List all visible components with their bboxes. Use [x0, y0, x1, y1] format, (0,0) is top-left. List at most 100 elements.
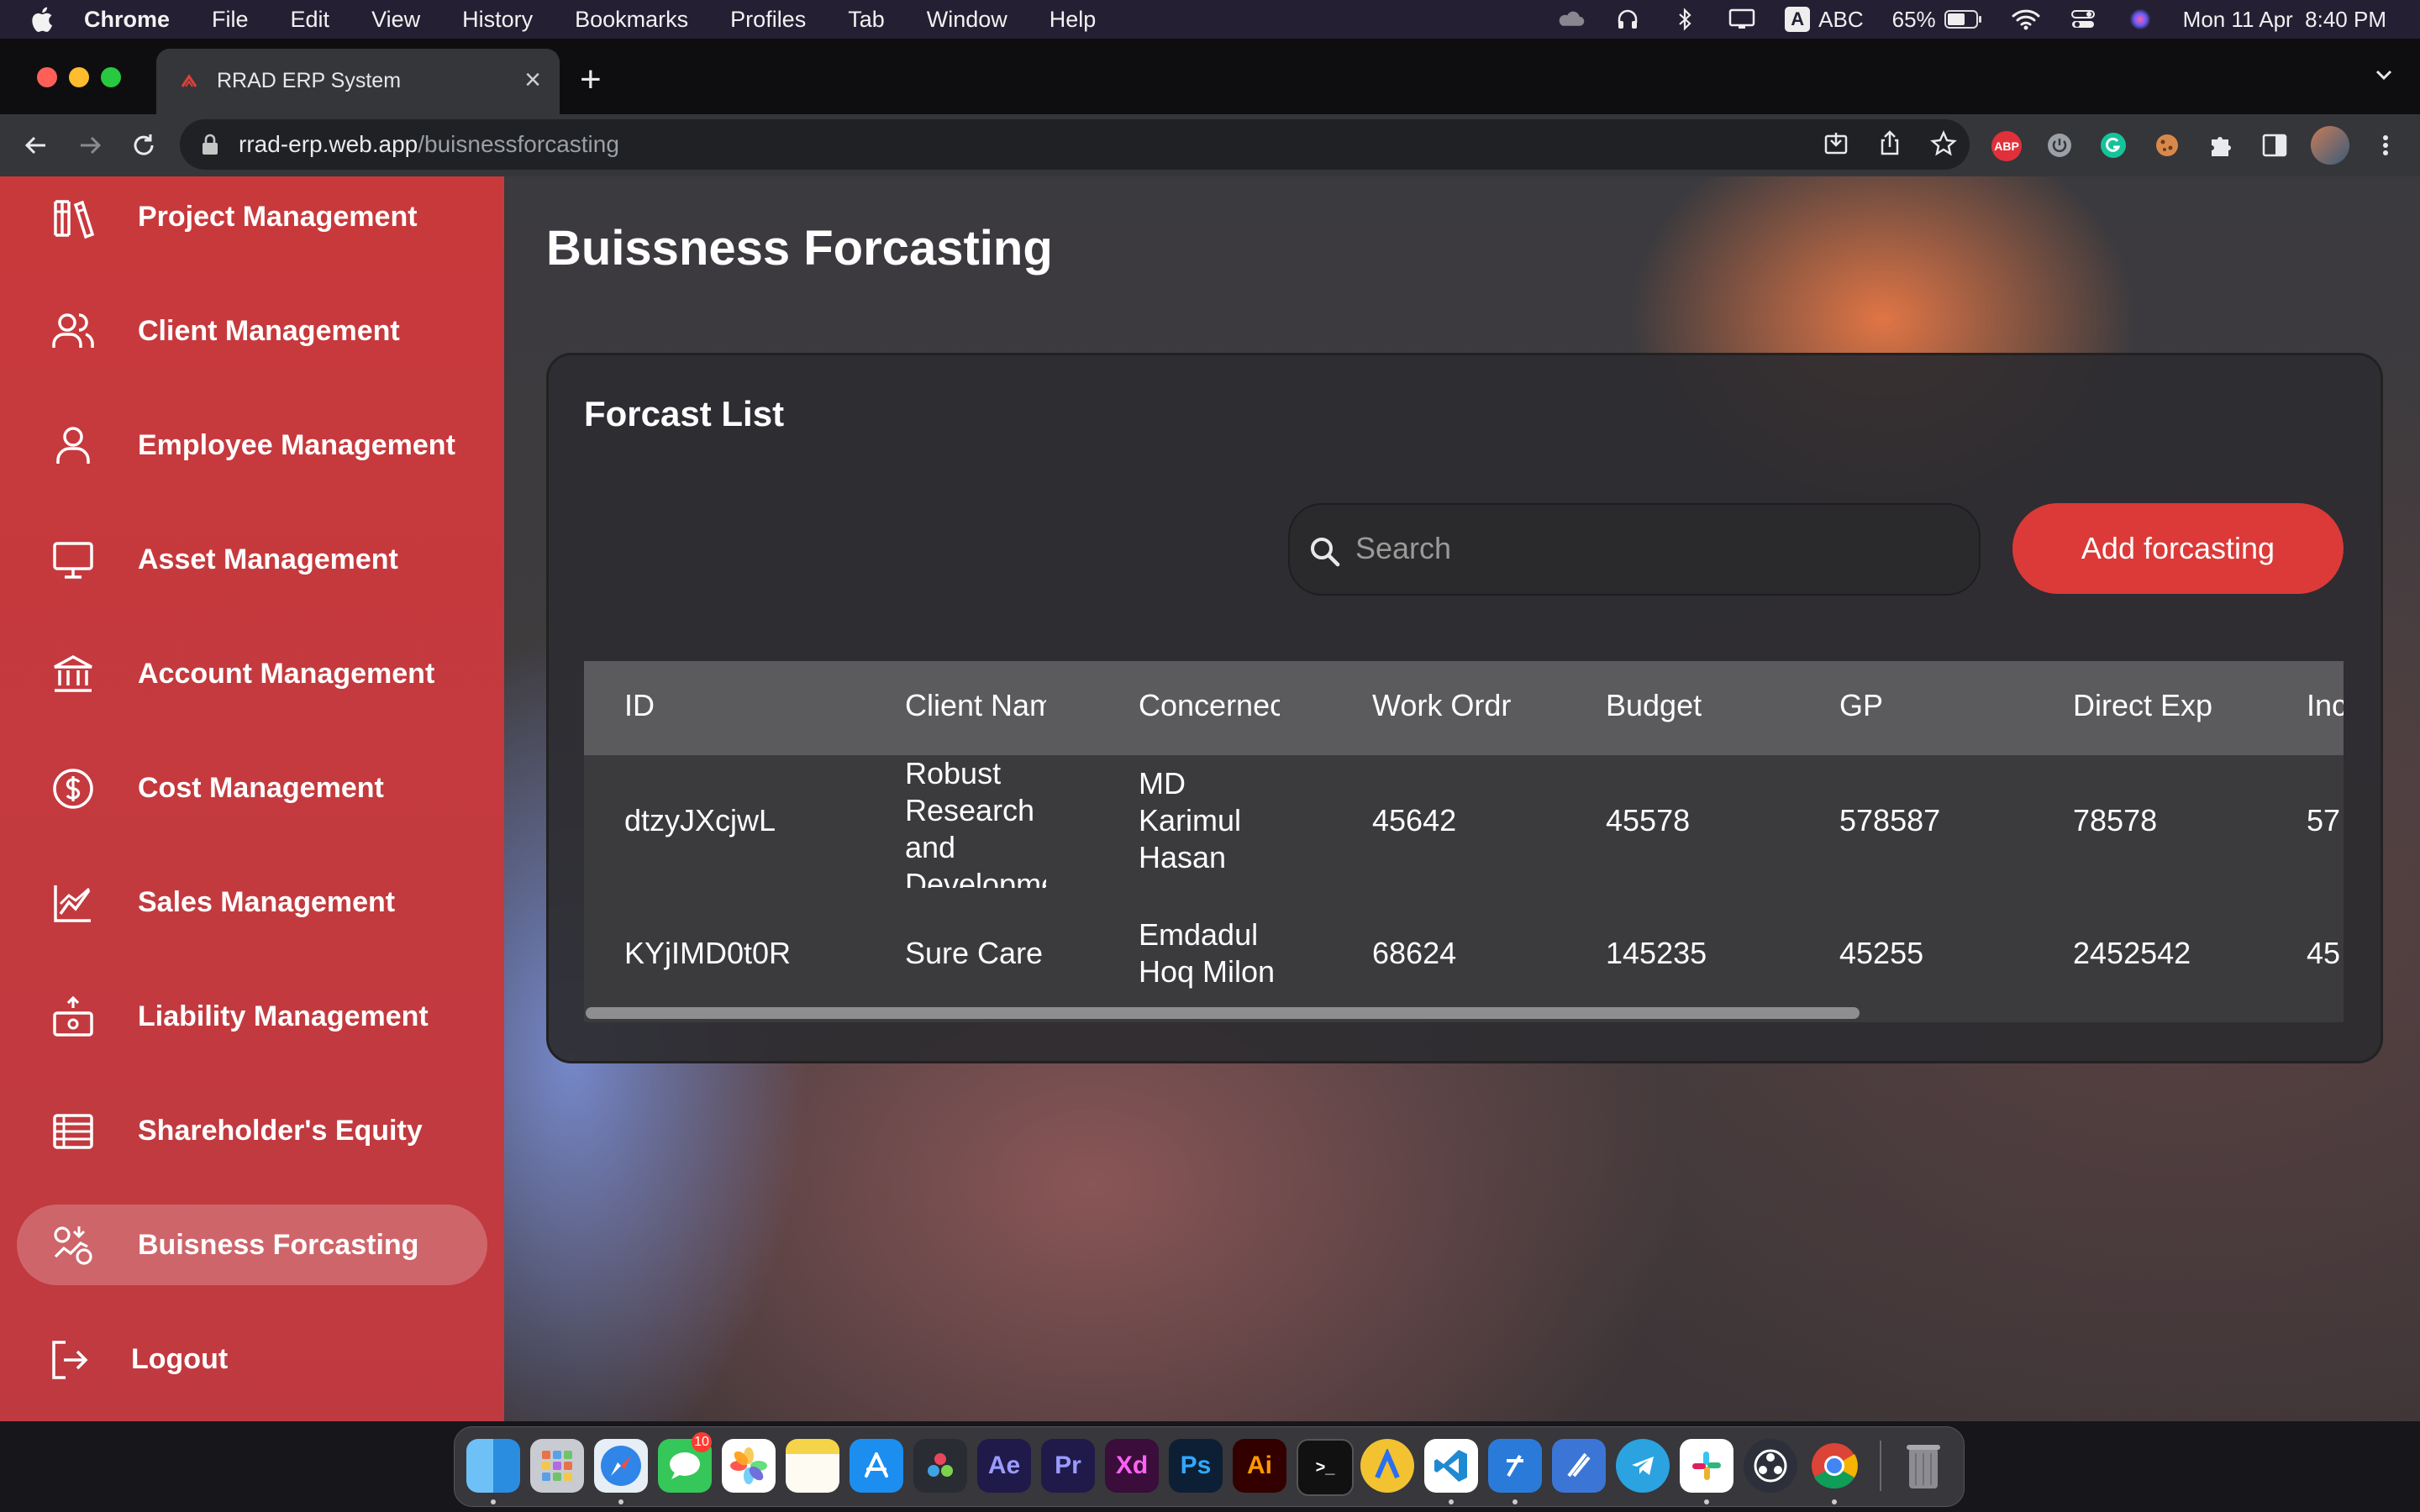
share-icon[interactable] [1876, 129, 1904, 158]
sidebar-item-project-management[interactable]: Project Management [17, 176, 487, 257]
app-store-icon[interactable] [850, 1439, 903, 1493]
sidebar-item-logout[interactable]: Logout [17, 1319, 487, 1399]
profile-avatar[interactable] [2311, 126, 2349, 165]
minimize-window-button[interactable] [69, 67, 89, 87]
headphones-icon[interactable] [1613, 8, 1642, 30]
sidebar-item-client-management[interactable]: Client Management [17, 291, 487, 371]
add-forcasting-button[interactable]: Add forcasting [2012, 503, 2344, 594]
column-header-indirect[interactable]: Inc [2307, 688, 2344, 723]
menu-file[interactable]: File [212, 7, 249, 33]
horizontal-scrollbar[interactable] [584, 1004, 2344, 1022]
menu-clock[interactable]: Mon 11 Apr 8:40 PM [2183, 7, 2386, 33]
sidebar-item-sales-management[interactable]: Sales Management [17, 862, 487, 942]
erp-app: Project Management Client Management Emp… [0, 176, 2420, 1421]
running-indicator [1704, 1499, 1709, 1504]
battery-status[interactable]: 65% [1892, 7, 1983, 33]
photos-icon[interactable] [722, 1439, 776, 1493]
wifi-icon[interactable] [2012, 8, 2040, 30]
sidebar-item-employee-management[interactable]: Employee Management [17, 405, 487, 486]
siri-icon[interactable] [2126, 8, 2154, 30]
sidebar-item-label: Sales Management [138, 885, 396, 918]
column-header-client-name[interactable]: Client Nam [905, 688, 1046, 723]
sidebar-item-cost-management[interactable]: Cost Management [17, 748, 487, 828]
input-source[interactable]: A ABC [1785, 7, 1864, 33]
display-icon[interactable] [1728, 8, 1756, 30]
column-header-direct-exp[interactable]: Direct Exp [2073, 688, 2258, 723]
table-row[interactable]: dtzyJXcjwL Robust Research and Developme… [584, 755, 2344, 890]
address-bar[interactable]: rrad-erp.web.app/buisnessforcasting [180, 119, 1970, 170]
trash-icon[interactable] [1897, 1439, 1950, 1493]
bluetooth-icon[interactable] [1670, 8, 1699, 31]
illustrator-icon[interactable]: Ai [1233, 1439, 1286, 1493]
tab-close-icon[interactable]: × [524, 64, 541, 97]
new-tab-icon[interactable]: + [580, 59, 602, 101]
cloud-icon[interactable] [1556, 8, 1585, 30]
slack-icon[interactable] [1680, 1439, 1733, 1493]
adblock-plus-icon[interactable]: ABP [1991, 131, 2022, 161]
lock-icon[interactable] [200, 133, 220, 156]
arc-icon[interactable] [1360, 1439, 1414, 1493]
apple-logo-icon[interactable] [29, 5, 54, 34]
menu-app-name[interactable]: Chrome [84, 7, 170, 33]
cell-client-name: Sure Care [905, 936, 1044, 970]
search-box[interactable] [1288, 503, 1981, 596]
browser-tab[interactable]: RRAD ERP System × [156, 49, 560, 114]
chrome-icon[interactable] [1807, 1439, 1861, 1493]
power-extension-icon[interactable] [2045, 131, 2074, 160]
xcode-icon[interactable] [1488, 1439, 1542, 1493]
column-header-id[interactable]: ID [624, 688, 767, 723]
side-panel-icon[interactable] [2260, 131, 2289, 160]
menu-history[interactable]: History [462, 7, 533, 33]
menu-tab[interactable]: Tab [848, 7, 885, 33]
install-app-icon[interactable] [1822, 129, 1850, 158]
after-effects-icon[interactable]: Ae [977, 1439, 1031, 1493]
search-input[interactable] [1354, 522, 1945, 575]
sidebar-item-shareholders-equity[interactable]: Shareholder's Equity [17, 1090, 487, 1171]
sidebar-item-account-management[interactable]: Account Management [17, 633, 487, 714]
url-path: /buisnessforcasting [418, 131, 619, 157]
xd-icon[interactable]: Xd [1105, 1439, 1159, 1493]
menu-profiles[interactable]: Profiles [730, 7, 806, 33]
menu-help[interactable]: Help [1050, 7, 1097, 33]
launchpad-icon[interactable] [530, 1439, 584, 1493]
menu-edit[interactable]: Edit [291, 7, 330, 33]
terminal-icon[interactable]: >_ [1297, 1439, 1354, 1496]
puzzle-extensions-icon[interactable] [2207, 131, 2235, 160]
notes-icon[interactable] [786, 1439, 839, 1493]
cell-budget: 145235 [1606, 936, 1707, 970]
control-center-icon[interactable] [2069, 8, 2097, 30]
chevron-down-icon[interactable] [2373, 64, 2395, 86]
vscode-icon[interactable] [1424, 1439, 1478, 1493]
cookie-icon[interactable] [2153, 131, 2181, 160]
column-header-work-order[interactable]: Work Ordr [1372, 688, 1513, 723]
sidebar-item-label: Cost Management [138, 771, 384, 804]
column-header-budget[interactable]: Budget [1606, 688, 1749, 723]
more-vertical-icon[interactable] [2371, 131, 2400, 160]
obs-icon[interactable] [1744, 1439, 1797, 1493]
forward-arrow-icon[interactable] [76, 131, 104, 160]
menu-bookmarks[interactable]: Bookmarks [575, 7, 688, 33]
table-row[interactable]: KYjIMD0t0R Sure Care Emdadul Hoq Milon 6… [584, 888, 2344, 1022]
bookmark-star-icon[interactable] [1929, 129, 1958, 158]
close-window-button[interactable] [37, 67, 57, 87]
sidebar-item-liability-management[interactable]: Liability Management [17, 976, 487, 1057]
grammarly-icon[interactable] [2099, 131, 2128, 160]
scrollbar-thumb[interactable] [586, 1007, 1860, 1019]
sidebar-item-asset-management[interactable]: Asset Management [17, 519, 487, 600]
telegram-icon[interactable] [1616, 1439, 1670, 1493]
sidebar-item-buisness-forcasting[interactable]: Buisness Forcasting [17, 1205, 487, 1285]
reload-icon[interactable] [129, 131, 158, 160]
list-icon [53, 1114, 93, 1149]
menu-view[interactable]: View [371, 7, 420, 33]
safari-icon[interactable] [594, 1439, 648, 1493]
column-header-concerned[interactable]: Concernec [1139, 688, 1280, 723]
column-header-gp[interactable]: GP [1839, 688, 1982, 723]
davinci-resolve-icon[interactable] [913, 1439, 967, 1493]
photoshop-icon[interactable]: Ps [1169, 1439, 1223, 1493]
menu-window[interactable]: Window [927, 7, 1007, 33]
back-arrow-icon[interactable] [22, 131, 50, 160]
finder-icon[interactable] [466, 1439, 520, 1493]
zoom-window-button[interactable] [101, 67, 121, 87]
instruments-icon[interactable] [1552, 1439, 1606, 1493]
premiere-pro-icon[interactable]: Pr [1041, 1439, 1095, 1493]
